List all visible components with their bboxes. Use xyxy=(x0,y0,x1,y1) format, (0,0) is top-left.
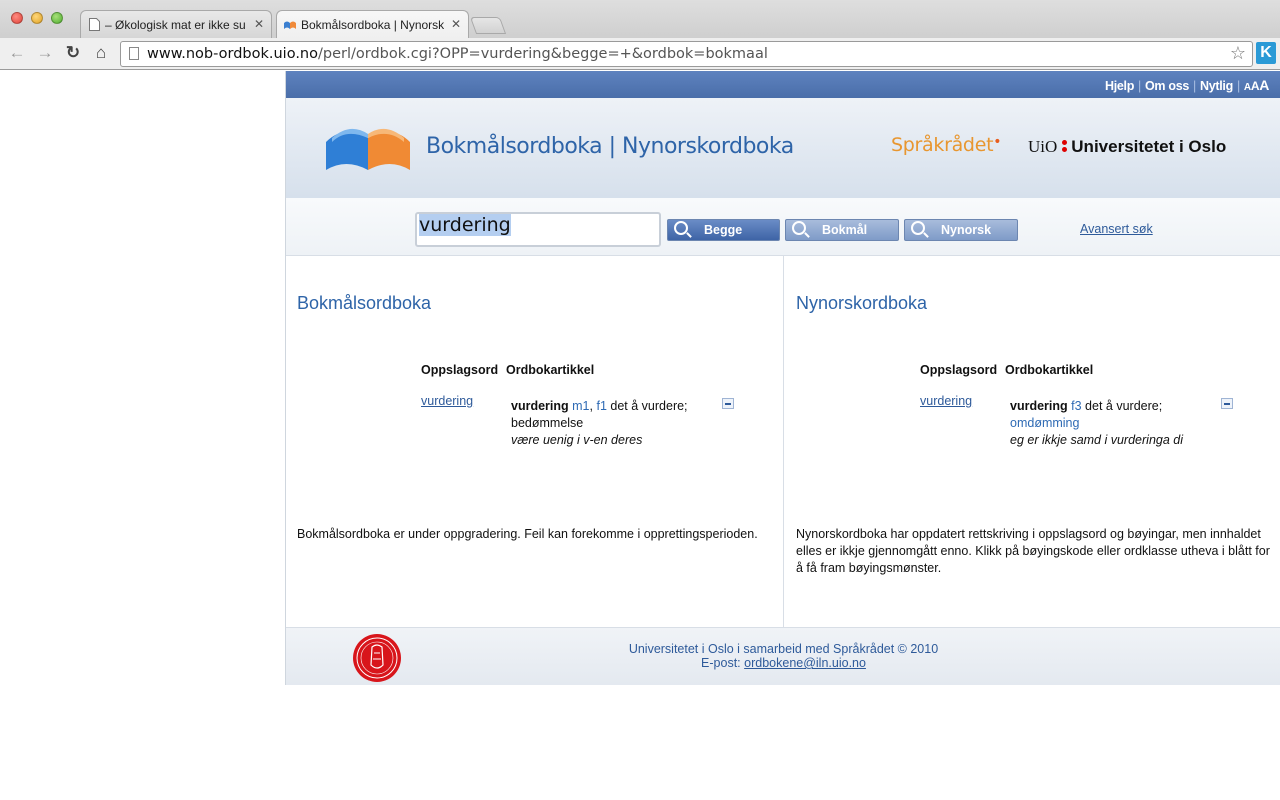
email-label: E-post: xyxy=(701,656,741,670)
magnifier-icon xyxy=(792,221,806,235)
web-page: Hjelp | Om oss | Nytlig | AAA Bokmålsordboka |… xyxy=(285,71,1280,685)
nynorsk-lemma-link[interactable]: vurdering xyxy=(920,394,972,408)
bokmal-column: Bokmålsordboka Oppslagsord Ordbokartikke… xyxy=(286,256,784,627)
back-arrow-icon[interactable]: ← xyxy=(6,42,28,64)
search-both-button[interactable]: Begge xyxy=(667,219,780,241)
partner-name: Språkrådet xyxy=(891,134,994,156)
button-label: Bokmål xyxy=(822,223,868,237)
button-label: Nynorsk xyxy=(941,223,992,237)
text-size-small[interactable]: A xyxy=(1244,82,1251,93)
email-link[interactable]: ordbokene@iln.uio.no xyxy=(744,656,866,670)
header-article: Ordbokartikkel xyxy=(1005,363,1094,377)
about-link[interactable]: Om oss xyxy=(1145,79,1189,93)
nynorsk-article: vurdering f3 det å vurdere; omdømming eg… xyxy=(1010,398,1210,449)
collapse-minus-icon[interactable] xyxy=(722,398,734,409)
uio-dots-icon xyxy=(1062,138,1068,154)
url-host: www.nob-ordbok.uio.no xyxy=(147,46,318,62)
book-logo-icon[interactable] xyxy=(322,122,414,174)
uio-abbr: UiO xyxy=(1028,137,1058,156)
footer-copyright: Universitetet i Oslo i samarbeid med Spr… xyxy=(628,642,939,656)
comma: , xyxy=(589,399,593,413)
button-label: Begge xyxy=(704,223,743,237)
nynorsk-title: Nynorskordboka xyxy=(796,293,928,313)
tab-okologisk-mat[interactable]: – Økologisk mat er ikke su ✕ xyxy=(80,10,272,38)
address-bar[interactable]: www.nob-ordbok.uio.no/perl/ordbok.cgi?OP… xyxy=(120,41,1253,67)
bokmal-note: Bokmålsordboka er under oppgradering. Fe… xyxy=(297,527,758,541)
nynorsk-note: Nynorskordboka har oppdatert rettskrivin… xyxy=(796,527,1270,575)
headword: vurdering xyxy=(511,399,569,413)
url-path: /perl/ordbok.cgi?OPP=vurdering&begge=+&o… xyxy=(318,46,768,62)
site-header: Bokmålsordboka | Nynorskordboka Språkråd… xyxy=(286,98,1280,198)
search-query-selected: vurdering xyxy=(419,214,511,236)
bokmal-article: vurdering m1, f1 det å vurdere; bedømmel… xyxy=(511,398,711,449)
magnifier-icon xyxy=(911,221,925,235)
inflection-code-m1[interactable]: m1 xyxy=(572,399,589,413)
tab-close-icon[interactable]: ✕ xyxy=(254,17,264,31)
forward-arrow-icon[interactable]: → xyxy=(34,42,56,64)
bokmal-title: Bokmålsordboka xyxy=(297,293,432,313)
site-footer: Universitetet i Oslo i samarbeid med Spr… xyxy=(286,627,1280,685)
text-size-medium[interactable]: A xyxy=(1251,79,1260,93)
nav-separator: | xyxy=(1138,79,1141,93)
useful-link[interactable]: Nytlig xyxy=(1200,79,1233,93)
magnifier-icon xyxy=(674,221,688,235)
nav-separator: | xyxy=(1193,79,1196,93)
headword: vurdering xyxy=(1010,399,1068,413)
nynorsk-column: Nynorskordboka Oppslagsord Ordbokartikke… xyxy=(784,256,1280,627)
text-size-controls[interactable]: AAA xyxy=(1244,77,1269,93)
search-nynorsk-button[interactable]: Nynorsk xyxy=(904,219,1018,241)
example: eg er ikkje samd i vurderinga di xyxy=(1010,433,1183,447)
synonym-link[interactable]: omdømming xyxy=(1010,416,1079,430)
footer-text: Universitetet i Oslo i samarbeid med Spr… xyxy=(546,642,1021,670)
book-favicon-icon xyxy=(284,21,296,29)
tab-strip: – Økologisk mat er ikke su ✕ Bokmålsordb… xyxy=(0,0,1280,38)
extension-icon[interactable]: K xyxy=(1256,42,1276,64)
uio-name: Universitetet i Oslo xyxy=(1071,137,1227,156)
page-icon xyxy=(129,47,139,60)
header-article: Ordbokartikkel xyxy=(506,363,595,377)
advanced-search-link[interactable]: Avansert søk xyxy=(1080,222,1153,236)
collapse-minus-icon[interactable] xyxy=(1221,398,1233,409)
footer-email-line: E-post: ordbokene@iln.uio.no xyxy=(546,656,1021,670)
definition: det å vurdere; xyxy=(1081,399,1163,413)
site-title[interactable]: Bokmålsordboka | Nynorskordboka xyxy=(426,134,794,159)
search-bokmal-button[interactable]: Bokmål xyxy=(785,219,899,241)
help-link[interactable]: Hjelp xyxy=(1105,79,1134,93)
example: være uenig i v-en deres xyxy=(511,433,643,447)
tab-title: – Økologisk mat er ikke su xyxy=(105,17,246,32)
browser-window: – Økologisk mat er ikke su ✕ Bokmålsordb… xyxy=(0,0,1280,800)
search-input[interactable]: vurdering xyxy=(415,212,661,247)
sprakradet-logo[interactable]: Språkrådet• xyxy=(891,134,1002,156)
bookmark-star-icon[interactable]: ☆ xyxy=(1230,42,1246,66)
inflection-code-f1[interactable]: f1 xyxy=(596,399,606,413)
page-icon xyxy=(89,18,100,31)
window-minimize-button[interactable] xyxy=(31,12,43,24)
sprakradet-dot-icon: • xyxy=(993,134,1002,150)
header-lemma: Oppslagsord xyxy=(421,363,499,377)
tab-bokmalsordboka[interactable]: Bokmålsordboka | Nynorsk ✕ xyxy=(276,10,469,38)
reload-icon[interactable]: ↻ xyxy=(62,42,84,64)
inflection-code-f3[interactable]: f3 xyxy=(1071,399,1081,413)
uio-logo[interactable]: UiO Universitetet i Oslo xyxy=(1028,137,1226,157)
text-size-large[interactable]: A xyxy=(1259,77,1269,93)
header-lemma: Oppslagsord xyxy=(920,363,998,377)
search-bar: vurdering Begge Bokmål Nynorsk Avansert … xyxy=(286,198,1280,256)
results-columns: Bokmålsordboka Oppslagsord Ordbokartikke… xyxy=(286,256,1280,627)
bokmal-lemma-link[interactable]: vurdering xyxy=(421,394,473,408)
tab-title: Bokmålsordboka | Nynorsk xyxy=(301,17,445,32)
university-seal-icon xyxy=(353,634,401,682)
new-tab-button[interactable] xyxy=(469,17,507,34)
window-close-button[interactable] xyxy=(11,12,23,24)
home-icon[interactable]: ⌂ xyxy=(90,42,112,64)
tab-close-icon[interactable]: ✕ xyxy=(451,17,461,31)
nav-separator: | xyxy=(1236,79,1240,93)
browser-toolbar: ← → ↻ ⌂ www.nob-ordbok.uio.no/perl/ordbo… xyxy=(0,38,1280,70)
window-maximize-button[interactable] xyxy=(51,12,63,24)
top-navigation: Hjelp | Om oss | Nytlig | AAA xyxy=(286,71,1280,98)
